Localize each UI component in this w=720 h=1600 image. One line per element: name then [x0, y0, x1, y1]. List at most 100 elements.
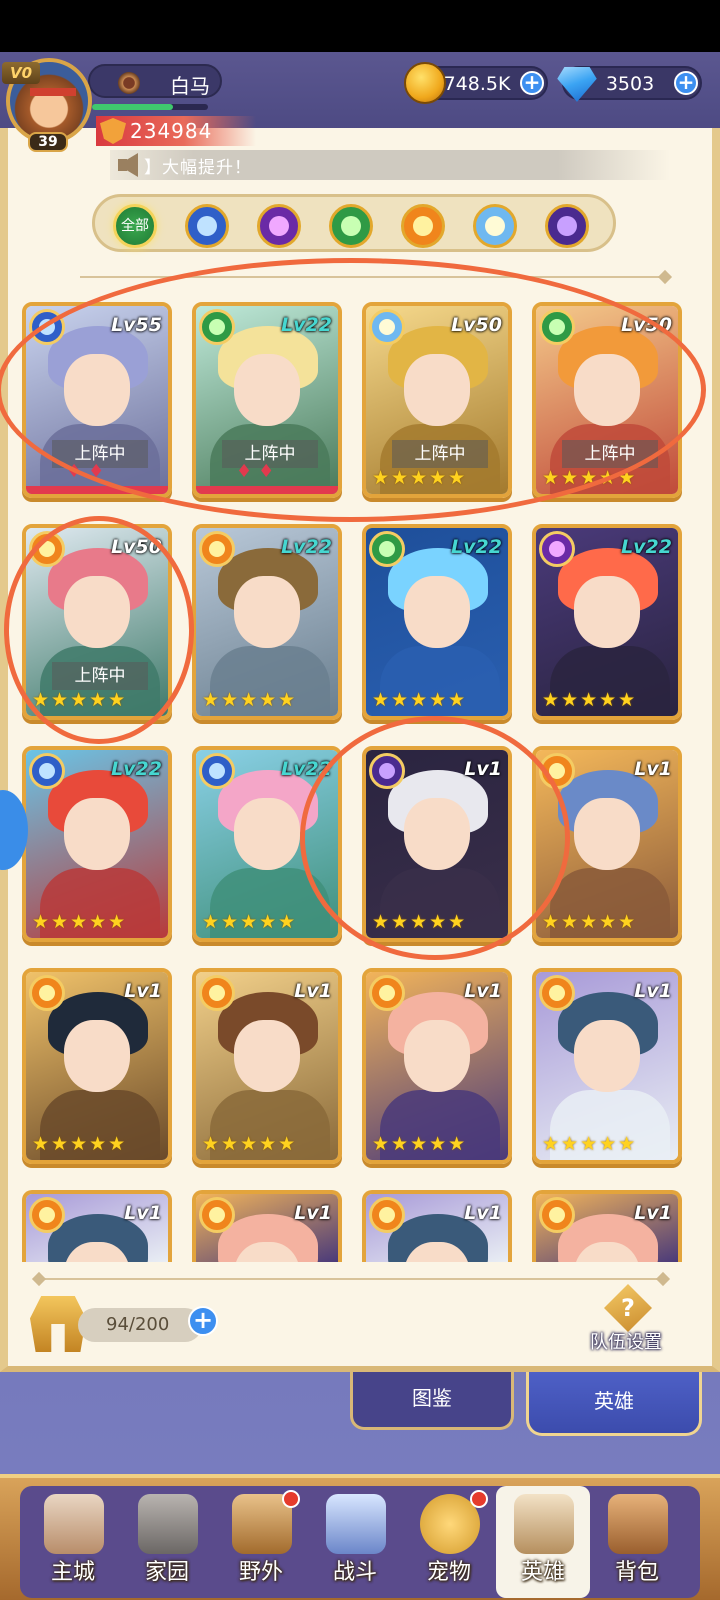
hero-level: Lv1 [634, 1202, 672, 1224]
nav-battle[interactable]: 战斗 [308, 1486, 402, 1598]
team-settings-button[interactable]: ? 队伍设置 [586, 1284, 674, 1354]
headband [30, 88, 76, 96]
bottom-nav: 主城 家园 野外 战斗 宠物 英雄 背包 [0, 1474, 720, 1600]
element-fire-icon [199, 1197, 235, 1233]
element-water-icon [199, 753, 235, 789]
filter-nature-button[interactable] [329, 204, 373, 248]
xp-bar [92, 104, 208, 110]
element-fire-icon [29, 975, 65, 1011]
hero-level: Lv22 [281, 536, 332, 558]
tab-heroes[interactable]: 英雄 [526, 1372, 702, 1436]
locked-house-icon [138, 1494, 198, 1554]
star-rating: ★★★★★ [372, 1133, 468, 1155]
hero-face [64, 798, 130, 870]
hero-card[interactable]: Lv1 [532, 1190, 682, 1262]
speaker-icon [116, 150, 146, 180]
annotation-circle-row1 [0, 258, 706, 522]
announcement-text: 】大幅提升！ [144, 158, 252, 178]
notification-dot [282, 1490, 300, 1508]
hero-card[interactable]: Lv22 ★★★★★ [532, 524, 682, 720]
power-display: 234984 [96, 116, 256, 146]
gold-value: 748.5K [443, 73, 511, 95]
crossed-swords-icon [326, 1494, 386, 1554]
hero-card[interactable]: Lv1 ★★★★★ [192, 968, 342, 1164]
hero-level: Lv1 [124, 1202, 162, 1224]
element-fire-icon [369, 1197, 405, 1233]
filter-water-button[interactable] [185, 204, 229, 248]
crown-coin-icon [404, 62, 446, 104]
book-icon [514, 1494, 574, 1554]
hero-card[interactable]: Lv1 [362, 1190, 512, 1262]
hero-card[interactable]: Lv22 ★★★★★ [192, 524, 342, 720]
annotation-circle-hero5 [4, 516, 194, 744]
hero-card[interactable]: Lv22 ★★★★★ [362, 524, 512, 720]
hero-face [404, 576, 470, 648]
nav-label: 野外 [238, 1560, 283, 1585]
hero-card[interactable]: Lv1 [192, 1190, 342, 1262]
moon-purple-icon [557, 216, 577, 236]
nav-home[interactable]: 家园 [120, 1486, 214, 1598]
vip-badge: V0 [2, 62, 40, 84]
star-rating: ★★★★★ [542, 1133, 638, 1155]
question-icon: ? [604, 1284, 652, 1332]
nav-main-city[interactable]: 主城 [26, 1486, 120, 1598]
annotation-circle-hero11 [300, 716, 570, 960]
hero-level: Lv1 [124, 980, 162, 1002]
tab-codex[interactable]: 图鉴 [350, 1372, 514, 1430]
element-fire-icon [539, 975, 575, 1011]
hero-face [234, 576, 300, 648]
element-fire-icon [199, 975, 235, 1011]
gem-display: 3503 + [557, 66, 702, 102]
nav-label: 背包 [614, 1560, 659, 1585]
nav-label: 家园 [144, 1560, 189, 1585]
hero-level: Lv1 [634, 980, 672, 1002]
star-rating: ★★★★★ [542, 689, 638, 711]
backpack-icon [608, 1494, 668, 1554]
nav-label: 宠物 [426, 1560, 471, 1585]
player-name-box[interactable]: 白马 [88, 64, 222, 98]
hero-card[interactable]: Lv22 ★★★★★ [22, 746, 172, 942]
capacity-value: 94/200 [106, 1314, 170, 1335]
antler-green-icon [341, 216, 361, 236]
filter-light-button[interactable] [473, 204, 517, 248]
star-rating: ★★★★★ [202, 1133, 298, 1155]
element-fire-icon [539, 1197, 575, 1233]
nav-bag[interactable]: 背包 [590, 1486, 684, 1598]
xp-bar-fill [92, 104, 174, 110]
hero-card[interactable]: Lv1 ★★★★★ [362, 968, 512, 1164]
hero-face [234, 1020, 300, 1092]
app-root: 白马 748.5K + 3503 + V0 39 234984 】大幅提升！ 全… [0, 0, 720, 1600]
power-value: 234984 [130, 119, 213, 143]
element-fire-icon [199, 531, 235, 567]
element-water-icon [29, 753, 65, 789]
power-shield-icon [100, 118, 126, 144]
star-rating: ★★★★★ [202, 911, 298, 933]
hero-level: Lv1 [464, 1202, 502, 1224]
gem-value: 3503 [605, 73, 655, 95]
nav-wild[interactable]: 野外 [214, 1486, 308, 1598]
notification-dot [470, 1490, 488, 1508]
announcement-bar: 】大幅提升！ [110, 150, 670, 180]
capacity-box: 94/200 [78, 1308, 202, 1342]
hero-face [574, 798, 640, 870]
nav-pet[interactable]: 宠物 [402, 1486, 496, 1598]
filter-all-button[interactable]: 全部 [113, 204, 157, 248]
hero-card[interactable]: Lv1 ★★★★★ [22, 968, 172, 1164]
element-dark-icon [539, 531, 575, 567]
hero-face [64, 1020, 130, 1092]
hero-level: Lv1 [464, 980, 502, 1002]
nav-heroes[interactable]: 英雄 [496, 1486, 590, 1598]
player-level: 39 [28, 132, 68, 152]
nav-label: 主城 [50, 1560, 95, 1585]
expand-capacity-button[interactable]: + [188, 1306, 218, 1336]
hero-card[interactable]: Lv1 ★★★★★ [532, 968, 682, 1164]
status-bar [0, 0, 720, 52]
hero-level: Lv22 [451, 536, 502, 558]
add-gems-button[interactable]: + [674, 71, 698, 95]
filter-moon-button[interactable] [545, 204, 589, 248]
hero-card[interactable]: Lv1 [22, 1190, 172, 1262]
filter-dark-button[interactable] [257, 204, 301, 248]
star-rating: ★★★★★ [202, 689, 298, 711]
filter-fire-button[interactable] [401, 204, 445, 248]
add-gold-button[interactable]: + [520, 71, 544, 95]
